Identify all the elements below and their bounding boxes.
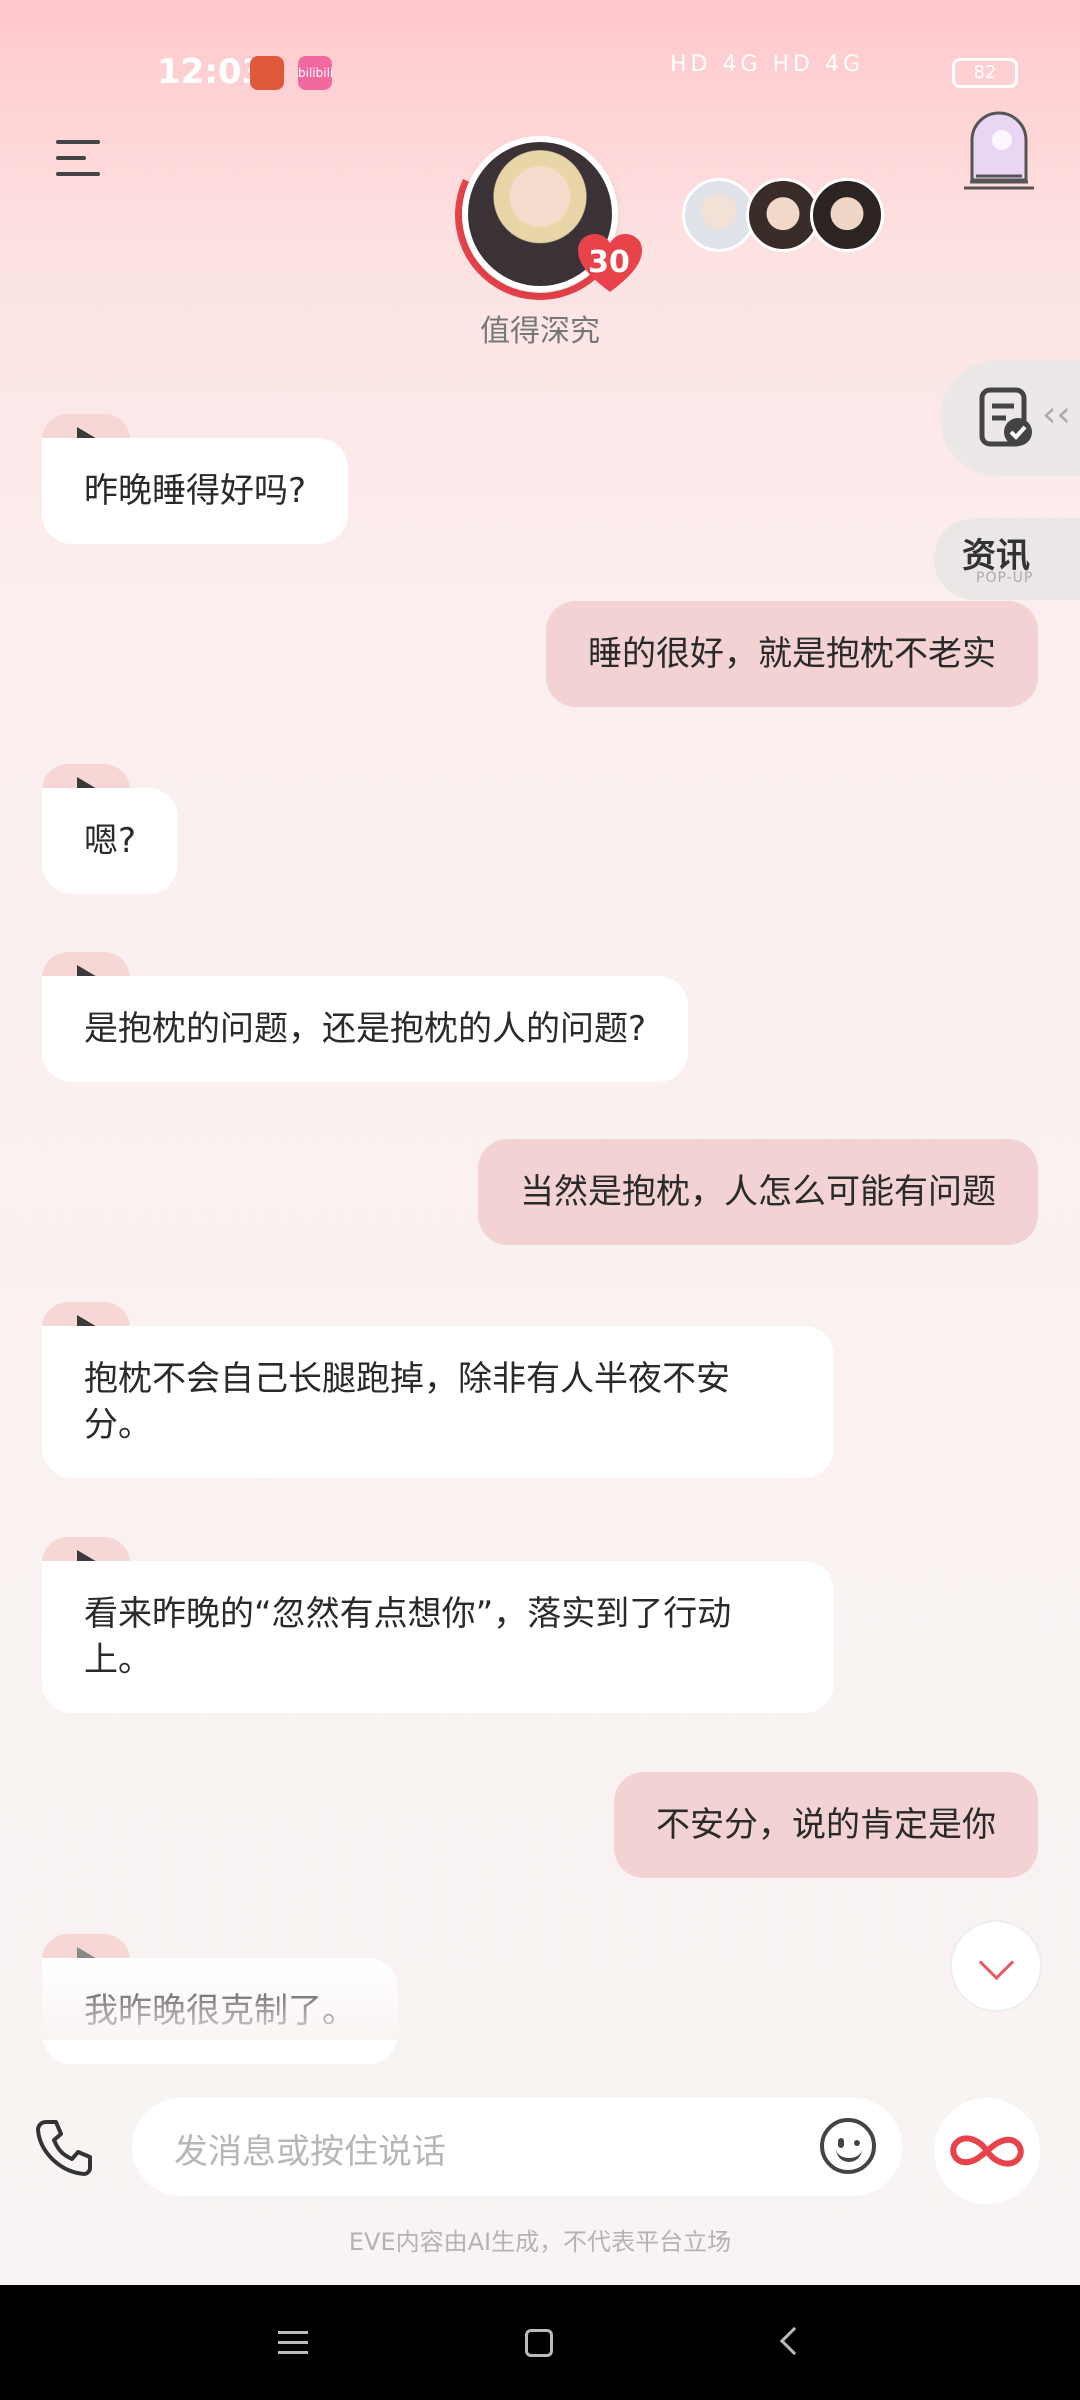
infinity-icon: [950, 2135, 1024, 2167]
navigation-bar: [0, 2285, 1080, 2400]
relationship-status: 值得深究: [480, 314, 600, 349]
nav-back-icon[interactable]: [779, 2326, 809, 2356]
signal-icons: HD 4G HD 4G: [670, 52, 865, 77]
message-input[interactable]: 发消息或按住说话: [132, 2098, 902, 2196]
status-bar: 12:03 bilibili HD 4G HD 4G 82: [0, 0, 1080, 150]
user-message: 当然是抱枕，人怎么可能有问题: [478, 1139, 1038, 1245]
news-subtitle: POP-UP: [976, 570, 1034, 586]
task-button[interactable]: ‹‹: [940, 360, 1080, 476]
phone-icon[interactable]: [36, 2118, 94, 2176]
affinity-level: 30: [588, 245, 630, 280]
list-fade: [0, 1960, 1080, 2040]
chevron-down-icon[interactable]: [950, 1920, 1042, 2012]
nav-menu-icon[interactable]: [278, 2331, 308, 2361]
character-avatar-4[interactable]: [810, 178, 884, 252]
user-message: 不安分，说的肯定是你: [614, 1772, 1038, 1878]
collapse-arrow-icon: ‹‹: [1042, 394, 1071, 435]
status-time: 12:03: [157, 52, 266, 92]
emoji-icon[interactable]: [820, 2118, 876, 2174]
menu-icon[interactable]: [56, 140, 102, 180]
bilibili-icon: bilibili: [298, 56, 333, 90]
character-avatar-3[interactable]: [746, 178, 820, 252]
character-message: 嗯?: [42, 788, 179, 894]
infinity-button[interactable]: [934, 2098, 1040, 2204]
task-icon: [979, 387, 1032, 447]
character-message: 昨晚睡得好吗?: [42, 438, 349, 544]
nav-home-icon[interactable]: [525, 2329, 553, 2357]
character-avatar-2[interactable]: [682, 178, 756, 252]
user-message: 睡的很好，就是抱枕不老实: [546, 601, 1038, 707]
input-placeholder: 发消息或按住说话: [174, 2132, 446, 2172]
character-message: 抱枕不会自己长腿跑掉，除非有人半夜不安分。: [42, 1326, 834, 1478]
battery-icon: 82: [952, 58, 1018, 88]
character-message: 是抱枕的问题，还是抱枕的人的问题?: [42, 976, 689, 1082]
news-button[interactable]: 资讯 POP-UP: [934, 518, 1080, 600]
character-message: 看来昨晚的“忽然有点想你”，落实到了行动上。: [42, 1561, 834, 1713]
portal-icon[interactable]: [962, 110, 1036, 190]
notification-app-icon: [250, 56, 284, 90]
ai-disclaimer: EVE内容由AI生成，不代表平台立场: [348, 2228, 732, 2256]
